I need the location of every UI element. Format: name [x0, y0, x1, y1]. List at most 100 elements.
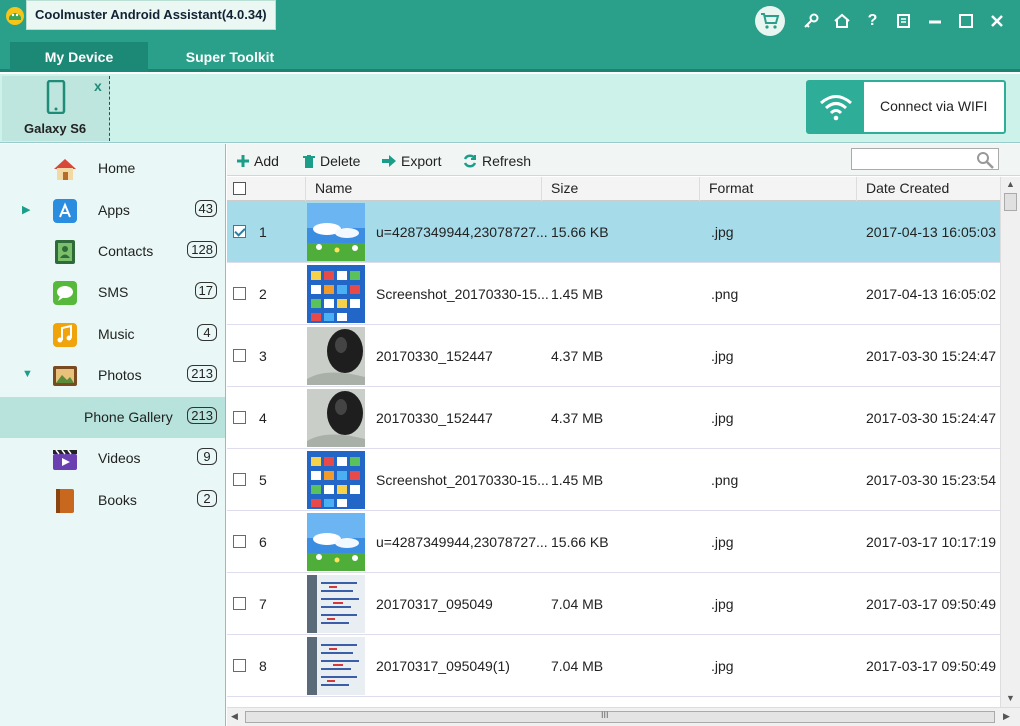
- vertical-scrollbar[interactable]: ▲ ▼: [1000, 177, 1020, 707]
- file-format: .png: [711, 286, 739, 302]
- plus-icon: [237, 155, 249, 167]
- photo-thumbnail[interactable]: [307, 203, 365, 261]
- export-label: Export: [401, 153, 442, 169]
- select-all-checkbox[interactable]: [233, 182, 246, 195]
- trash-icon: [303, 154, 315, 168]
- search-icon[interactable]: [976, 151, 994, 169]
- file-format: .png: [711, 472, 739, 488]
- sidebar-item-apps[interactable]: ▶ Apps 43: [0, 190, 225, 231]
- column-header-format[interactable]: Format: [700, 177, 857, 201]
- delete-button[interactable]: Delete: [303, 152, 360, 170]
- row-number: 8: [259, 658, 267, 674]
- expand-arrow-icon[interactable]: ▶: [22, 203, 30, 216]
- device-card[interactable]: x Galaxy S6: [2, 76, 110, 141]
- row-checkbox[interactable]: [233, 411, 246, 424]
- horizontal-scroll-thumb[interactable]: III: [245, 710, 995, 723]
- file-name: Screenshot_20170330-15...: [376, 472, 549, 488]
- file-date: 2017-03-17 09:50:49: [866, 596, 996, 612]
- sidebar-item-label: Home: [98, 160, 136, 176]
- sidebar-item-home[interactable]: Home: [0, 148, 225, 189]
- app-title: Coolmuster Android Assistant(4.0.34): [26, 0, 276, 30]
- help-button[interactable]: ?: [857, 6, 888, 36]
- table-row[interactable]: 7 20170317_095049 7.04 MB .jpg 2017-03-17 09…: [227, 573, 1000, 635]
- row-checkbox[interactable]: [233, 659, 246, 672]
- add-button[interactable]: Add: [237, 152, 279, 170]
- add-label: Add: [254, 153, 279, 169]
- sidebar-item-photos[interactable]: ▼ Photos 213: [0, 355, 225, 396]
- home-button[interactable]: [826, 6, 857, 36]
- export-button[interactable]: Export: [382, 152, 441, 170]
- table-row[interactable]: 8 20170317_095049(1) 7.04 MB .jpg 2017-03-17…: [227, 635, 1000, 697]
- sidebar-item-contacts[interactable]: Contacts 128: [0, 231, 225, 272]
- count-badge: 128: [187, 241, 217, 258]
- device-name: Galaxy S6: [24, 121, 87, 136]
- window-controls: ?: [755, 4, 1012, 38]
- table-row[interactable]: 4 20170330_152447 4.37 MB .jpg 2017-03-30 15…: [227, 387, 1000, 449]
- scroll-down-icon[interactable]: ▼: [1006, 693, 1015, 703]
- row-checkbox[interactable]: [233, 535, 246, 548]
- table-row[interactable]: 1 u=4287349944,23078727... 15.66 KB .jpg 201…: [227, 201, 1000, 263]
- table-row[interactable]: 5 Screenshot_20170330-15... 1.45 MB .png 201…: [227, 449, 1000, 511]
- register-key-button[interactable]: [795, 6, 826, 36]
- maximize-button[interactable]: [950, 6, 981, 36]
- collapse-arrow-icon[interactable]: ▼: [22, 368, 33, 380]
- close-button[interactable]: [981, 6, 1012, 36]
- connect-wifi-button[interactable]: Connect via WIFI: [806, 80, 1006, 134]
- table-row[interactable]: 3 20170330_152447 4.37 MB .jpg 2017-03-30 15…: [227, 325, 1000, 387]
- row-checkbox[interactable]: [233, 597, 246, 610]
- file-name: Screenshot_20170330-15...: [376, 286, 549, 302]
- table-row[interactable]: 2 Screenshot_20170330-15... 1.45 MB .png 201…: [227, 263, 1000, 325]
- vertical-scroll-thumb[interactable]: [1004, 193, 1017, 211]
- file-size: 4.37 MB: [551, 348, 604, 364]
- minimize-button[interactable]: [919, 6, 950, 36]
- sidebar-item-sms[interactable]: SMS 17: [0, 272, 225, 313]
- photo-thumbnail[interactable]: [307, 451, 365, 509]
- file-name: 20170317_095049(1): [376, 658, 510, 674]
- cart-button[interactable]: [755, 6, 785, 36]
- photo-thumbnail[interactable]: [307, 327, 365, 385]
- disconnect-device-button[interactable]: x: [94, 78, 102, 94]
- column-header-size[interactable]: Size: [542, 177, 700, 201]
- file-format: .jpg: [711, 224, 734, 240]
- photo-thumbnail[interactable]: [307, 389, 365, 447]
- app-store-icon: [53, 199, 77, 223]
- row-checkbox[interactable]: [233, 473, 246, 486]
- help-icon: ?: [867, 12, 878, 29]
- photo-thumbnail-icon: [307, 389, 365, 447]
- row-checkbox[interactable]: [233, 349, 246, 362]
- photo-thumbnail[interactable]: [307, 637, 365, 695]
- feedback-button[interactable]: [888, 6, 919, 36]
- refresh-button[interactable]: Refresh: [463, 152, 531, 170]
- count-badge: 2: [197, 490, 217, 507]
- table-row[interactable]: 6 u=4287349944,23078727... 15.66 KB .jpg 201…: [227, 511, 1000, 573]
- file-date: 2017-03-30 15:23:54: [866, 472, 996, 488]
- photo-thumbnail-icon: [307, 513, 365, 571]
- row-checkbox[interactable]: [233, 287, 246, 300]
- photo-thumbnail[interactable]: [307, 265, 365, 323]
- scroll-up-icon[interactable]: ▲: [1006, 179, 1015, 189]
- file-format: .jpg: [711, 410, 734, 426]
- sidebar-item-videos[interactable]: Videos 9: [0, 438, 225, 479]
- wifi-icon: [820, 95, 852, 121]
- photo-thumbnail[interactable]: [307, 513, 365, 571]
- photo-thumbnail-icon: [307, 327, 365, 385]
- scroll-right-icon[interactable]: ▶: [1003, 711, 1010, 722]
- search-input[interactable]: [851, 148, 999, 170]
- row-checkbox[interactable]: [233, 225, 246, 238]
- sidebar-item-phone-gallery[interactable]: Phone Gallery 213: [0, 397, 225, 438]
- tab-super-toolkit[interactable]: Super Toolkit: [160, 42, 300, 72]
- sidebar-item-music[interactable]: Music 4: [0, 314, 225, 355]
- row-number: 3: [259, 348, 267, 364]
- tab-my-device[interactable]: My Device: [10, 42, 148, 72]
- sidebar-item-books[interactable]: Books 2: [0, 480, 225, 521]
- photo-thumbnail-icon: [307, 265, 365, 323]
- photo-thumbnail[interactable]: [307, 575, 365, 633]
- scroll-left-icon[interactable]: ◀: [231, 711, 238, 722]
- column-header-date[interactable]: Date Created: [857, 177, 1000, 201]
- file-format: .jpg: [711, 596, 734, 612]
- file-date: 2017-03-30 15:24:47: [866, 348, 996, 364]
- photo-thumbnail-icon: [307, 451, 365, 509]
- column-header-name[interactable]: Name: [306, 177, 542, 201]
- horizontal-scrollbar[interactable]: ◀ III ▶: [227, 707, 1020, 726]
- count-badge: 213: [187, 407, 217, 424]
